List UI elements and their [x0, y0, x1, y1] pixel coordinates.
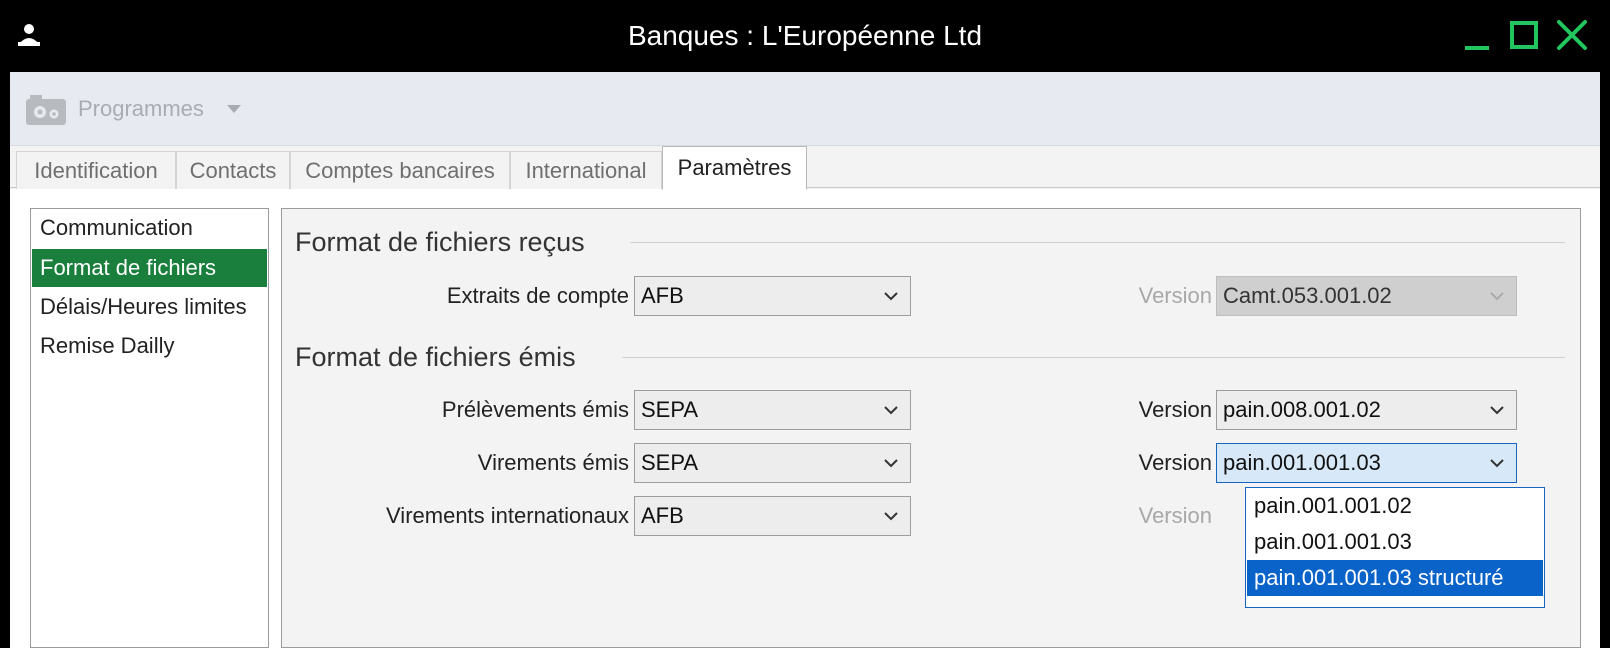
title-bar [0, 0, 1610, 72]
label-version-prelevements: Version [1138, 397, 1212, 422]
label-prelevements-emis: Prélèvements émis [441, 397, 629, 422]
label-virements-internationaux: Virements internationaux [386, 503, 629, 528]
dropdown-option-selected[interactable]: pain.001.001.03 structuré [1247, 560, 1543, 596]
section-title-received: Format de fichiers reçus [295, 227, 585, 257]
version-dropdown-list: pain.001.001.02 pain.001.001.03 pain.001… [1245, 487, 1545, 608]
virements-internationaux-select[interactable]: AFB [634, 496, 911, 536]
programmes-menu-button[interactable]: Programmes [78, 94, 204, 124]
user-download-icon[interactable] [16, 22, 42, 48]
select-value: Camt.053.001.02 [1223, 283, 1392, 308]
chevron-down-icon [1490, 459, 1504, 468]
gears-icon[interactable] [26, 93, 66, 125]
select-value: SEPA [641, 397, 699, 422]
settings-nav: Communication Format de fichiers Délais/… [30, 208, 269, 648]
nav-item-communication[interactable]: Communication [32, 209, 267, 247]
tab-contacts[interactable]: Contacts [176, 151, 290, 189]
section-divider [622, 357, 1565, 358]
close-icon [1557, 20, 1587, 50]
nav-item-delais-heures-limites[interactable]: Délais/Heures limites [32, 288, 267, 326]
chevron-down-icon [884, 459, 898, 468]
chevron-down-icon [884, 512, 898, 521]
section-title-emitted: Format de fichiers émis [295, 342, 576, 372]
chevron-down-icon [1490, 406, 1504, 415]
minimize-icon [1465, 46, 1489, 50]
toolbar [10, 72, 1600, 146]
caret-down-icon [227, 105, 241, 113]
section-divider [630, 242, 1565, 243]
select-value: AFB [641, 503, 684, 528]
chevron-down-icon [1490, 292, 1504, 301]
label-version-internationaux: Version [1138, 503, 1212, 528]
label-extraits-de-compte: Extraits de compte [446, 283, 629, 308]
nav-item-format-de-fichiers[interactable]: Format de fichiers [32, 249, 267, 287]
close-button[interactable] [1551, 14, 1597, 58]
label-version-extraits: Version [1138, 283, 1212, 308]
select-value: AFB [641, 283, 684, 308]
dropdown-option[interactable]: pain.001.001.03 [1247, 524, 1543, 560]
minimize-button[interactable] [1455, 14, 1501, 58]
dropdown-option[interactable]: pain.001.001.02 [1247, 488, 1543, 524]
label-virements-emis: Virements émis [477, 450, 629, 475]
virements-emis-select[interactable]: SEPA [634, 443, 911, 483]
tab-identification[interactable]: Identification [16, 151, 176, 189]
label-version-virements: Version [1138, 450, 1212, 475]
chevron-down-icon [884, 292, 898, 301]
tab-comptes-bancaires[interactable]: Comptes bancaires [290, 151, 510, 189]
select-value: SEPA [641, 450, 699, 475]
chevron-down-icon [884, 406, 898, 415]
nav-item-remise-dailly[interactable]: Remise Dailly [32, 327, 267, 365]
version-extraits-select: Camt.053.001.02 [1216, 276, 1517, 316]
version-prelevements-select[interactable]: pain.008.001.02 [1216, 390, 1517, 430]
tab-parametres[interactable]: Paramètres [662, 146, 807, 190]
version-virements-select[interactable]: pain.001.001.03 [1216, 443, 1517, 483]
maximize-button[interactable] [1503, 14, 1549, 58]
select-value: pain.008.001.02 [1223, 397, 1381, 422]
select-value: pain.001.001.03 [1223, 450, 1381, 475]
extraits-de-compte-select[interactable]: AFB [634, 276, 911, 316]
prelevements-emis-select[interactable]: SEPA [634, 390, 911, 430]
tab-international[interactable]: International [510, 151, 662, 189]
maximize-icon [1510, 21, 1538, 49]
